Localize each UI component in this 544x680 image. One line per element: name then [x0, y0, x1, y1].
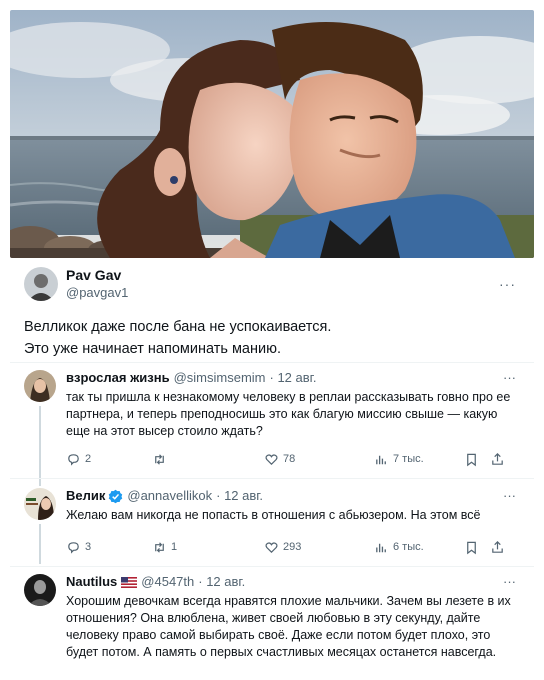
- display-name[interactable]: Pav Gav: [66, 266, 128, 284]
- thread-line: [39, 406, 41, 486]
- share-icon: [492, 540, 503, 553]
- post-text: Велликок даже после бана не успокаиваетс…: [24, 316, 520, 360]
- like-button[interactable]: 293: [264, 540, 374, 555]
- us-flag-icon: [121, 576, 138, 588]
- reply-body: Велик @annavellikok · 12 авг. ··· Желаю …: [66, 488, 520, 556]
- views-button[interactable]: 6 тыс.: [374, 540, 464, 555]
- author-info: Pav Gav @pavgav1: [66, 266, 128, 302]
- heart-icon: [265, 453, 278, 465]
- thread-line: [39, 524, 41, 564]
- share-button[interactable]: [490, 452, 505, 467]
- main-post: Pav Gav @pavgav1 ··· Велликок даже после…: [24, 264, 520, 360]
- divider: [10, 566, 534, 567]
- bookmark-button[interactable]: [464, 540, 490, 555]
- avatar[interactable]: [24, 574, 56, 606]
- post-text-line: Это уже начинает напоминать манию.: [24, 341, 282, 357]
- display-name[interactable]: Nautilus: [66, 574, 117, 590]
- share-icon: [492, 452, 503, 465]
- bookmark-icon: [467, 453, 476, 466]
- avatar[interactable]: [24, 488, 56, 520]
- views-button[interactable]: 7 тыс.: [374, 452, 464, 467]
- action-bar: 3 1 293 6 тыс.: [66, 538, 520, 556]
- bookmark-button[interactable]: [464, 452, 490, 467]
- user-handle[interactable]: @annavellikok: [127, 488, 212, 504]
- reply-item[interactable]: Велик @annavellikok · 12 авг. ··· Желаю …: [24, 488, 520, 568]
- repost-button[interactable]: [152, 452, 264, 467]
- divider: [10, 362, 534, 363]
- verified-badge-icon: [109, 489, 123, 503]
- user-handle[interactable]: @pavgav1: [66, 284, 128, 302]
- reply-count: 3: [85, 541, 92, 553]
- reply-body: взрослая жизнь @simsimsemim · 12 авг. ··…: [66, 370, 520, 468]
- views-count: 7 тыс.: [393, 453, 424, 465]
- views-icon: [376, 455, 386, 464]
- user-handle[interactable]: @4547th: [141, 574, 194, 590]
- user-handle[interactable]: @simsimsemim: [174, 370, 266, 386]
- reply-item[interactable]: Nautilus @4547th · 12 авг. ··· Хорошим д…: [24, 574, 520, 674]
- more-options-icon[interactable]: ···: [503, 574, 516, 589]
- divider: [10, 478, 534, 479]
- reply-item[interactable]: взрослая жизнь @simsimsemim · 12 авг. ··…: [24, 370, 520, 486]
- reply-count: 2: [85, 453, 92, 465]
- views-count: 6 тыс.: [393, 541, 424, 553]
- action-bar: 2 78 7 тыс.: [66, 450, 520, 468]
- share-button[interactable]: [490, 540, 505, 555]
- avatar[interactable]: [24, 370, 56, 402]
- repost-icon: [155, 453, 164, 465]
- display-name[interactable]: Велик: [66, 488, 105, 504]
- post-header: Pav Gav @pavgav1 ···: [24, 264, 520, 304]
- more-options-icon[interactable]: ···: [503, 370, 516, 385]
- reply-text: Желаю вам никогда не попасть в отношения…: [66, 508, 481, 522]
- display-name[interactable]: взрослая жизнь: [66, 370, 170, 386]
- avatar[interactable]: [24, 267, 58, 301]
- reply-button[interactable]: 3: [66, 540, 152, 555]
- post-text-line: Велликок даже после бана не успокаиваетс…: [24, 319, 332, 335]
- more-options-icon[interactable]: ···: [499, 276, 516, 292]
- reply-header: Велик @annavellikok · 12 авг.: [66, 488, 520, 504]
- reply-header: Nautilus @4547th · 12 авг.: [66, 574, 520, 590]
- timestamp[interactable]: · 12 авг.: [216, 488, 263, 504]
- timestamp[interactable]: · 12 авг.: [198, 574, 245, 590]
- post-photo[interactable]: [10, 10, 534, 258]
- reply-icon: [68, 453, 79, 466]
- reply-text: Хорошим девочкам всегда нравятся плохие …: [66, 594, 511, 659]
- like-count: 293: [283, 541, 302, 553]
- reply-header: взрослая жизнь @simsimsemim · 12 авг.: [66, 370, 520, 386]
- more-options-icon[interactable]: ···: [503, 488, 516, 503]
- repost-icon: [155, 541, 164, 553]
- reply-icon: [68, 541, 79, 554]
- heart-icon: [265, 541, 278, 553]
- timestamp[interactable]: · 12 авг.: [270, 370, 317, 386]
- bookmark-icon: [467, 541, 476, 554]
- repost-count: 1: [171, 541, 178, 553]
- like-count: 78: [283, 453, 296, 465]
- repost-button[interactable]: 1: [152, 540, 264, 555]
- reply-text: так ты пришла к незнакомому человеку в р…: [66, 390, 511, 438]
- reply-body: Nautilus @4547th · 12 авг. ··· Хорошим д…: [66, 574, 520, 661]
- views-icon: [376, 543, 386, 552]
- like-button[interactable]: 78: [264, 452, 374, 467]
- reply-button[interactable]: 2: [66, 452, 152, 467]
